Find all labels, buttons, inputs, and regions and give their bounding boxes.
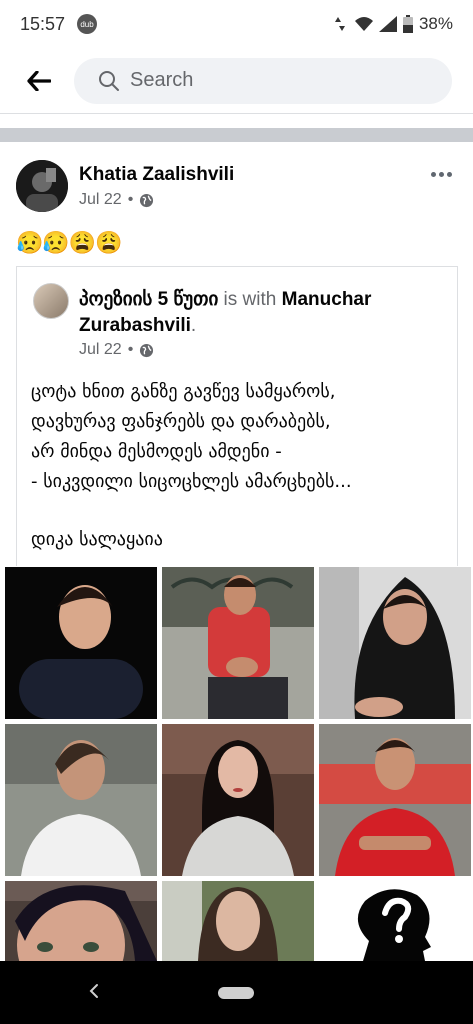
globe-icon: [140, 193, 154, 207]
back-button[interactable]: [14, 56, 64, 106]
dub-notification-icon: dub: [77, 14, 98, 34]
photo-tile[interactable]: [5, 724, 157, 876]
author-avatar[interactable]: [16, 160, 68, 212]
poem-line: - სიკვდილი სიცოცხლეს ამარცხებს...: [31, 471, 352, 492]
more-options-button[interactable]: [426, 162, 456, 186]
system-navigation-bar: [0, 961, 473, 1024]
battery-percent: 38%: [418, 14, 453, 33]
search-bar[interactable]: [74, 57, 452, 104]
shared-post-meta: Jul 22 •: [79, 341, 154, 359]
photo-tile[interactable]: [319, 724, 471, 876]
photo-tile[interactable]: [5, 567, 157, 719]
dot-icon: [430, 171, 436, 177]
with-text: is with: [218, 289, 282, 310]
poem-line: არ მინდა მესმოდეს ამდენი -: [31, 441, 282, 462]
search-icon: [99, 70, 119, 91]
status-icons: 38%: [331, 14, 453, 34]
dot-icon: [446, 171, 452, 177]
cellular-signal-icon: [378, 16, 397, 32]
poem-line: ცოტა ხნით განზე გავწევ სამყაროს,: [31, 381, 336, 402]
wifi-icon: [354, 17, 373, 31]
system-home-button[interactable]: [218, 987, 254, 999]
photo-tile[interactable]: [162, 881, 314, 961]
battery-icon: [402, 15, 413, 33]
feed-separator: [0, 128, 473, 142]
post-meta: Jul 22 •: [79, 191, 154, 209]
shared-post-title: პოეზიის 5 წუთი is with Manuchar Zurabash…: [79, 287, 439, 339]
shared-page-avatar[interactable]: [33, 283, 69, 319]
avatar-image: [16, 160, 68, 212]
arrow-left-icon: [27, 70, 51, 91]
search-header: [0, 48, 473, 114]
shared-post[interactable]: პოეზიის 5 წუთი is with Manuchar Zurabash…: [16, 266, 458, 566]
dot-icon: [438, 171, 444, 177]
poem-text: ცოტა ხნით განზე გავწევ სამყაროს, დავხურა…: [31, 377, 451, 497]
shared-post-date[interactable]: Jul 22: [79, 341, 122, 359]
post-header: Khatia Zaalishvili Jul 22 •: [16, 160, 456, 220]
post-date[interactable]: Jul 22: [79, 191, 122, 209]
photo-tile[interactable]: [162, 724, 314, 876]
status-bar: 15:57 dub 38%: [0, 0, 473, 48]
photo-grid: [5, 567, 471, 961]
shared-page-name[interactable]: პოეზიის 5 წუთი: [79, 289, 218, 310]
chevron-left-icon: [89, 984, 98, 998]
post-text: 😥😥😩😩: [16, 230, 123, 255]
meta-separator: •: [127, 341, 134, 358]
poem-signature: დიკა სალაყაია: [31, 529, 163, 550]
photo-tile[interactable]: [319, 881, 471, 961]
photo-tile[interactable]: [319, 567, 471, 719]
data-transfer-icon: [334, 17, 345, 31]
globe-icon: [140, 343, 154, 357]
poem-line: დავხურავ ფანჯრებს და დარაბებს,: [31, 411, 331, 432]
search-input[interactable]: [130, 69, 430, 92]
photo-tile[interactable]: [5, 881, 157, 961]
status-time: 15:57: [20, 13, 66, 34]
post-author-name[interactable]: Khatia Zaalishvili: [79, 164, 234, 186]
meta-separator: •: [127, 191, 134, 208]
system-back-button[interactable]: [82, 979, 106, 1003]
photo-tile[interactable]: [162, 567, 314, 719]
title-period: .: [190, 315, 197, 336]
